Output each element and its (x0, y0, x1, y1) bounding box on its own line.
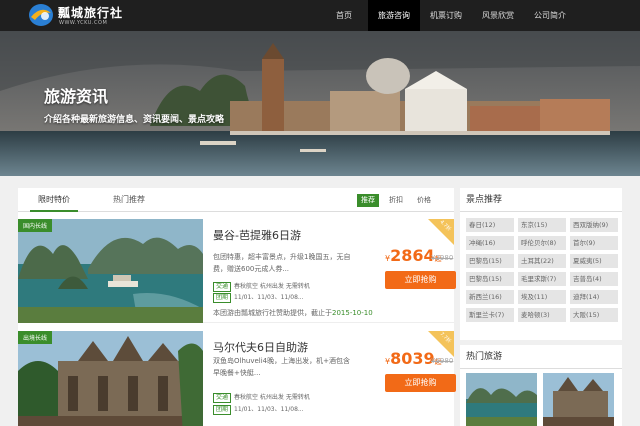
deal-original-price: ¥3980 (431, 254, 454, 262)
buy-now-button[interactable]: 立即抢购 (385, 271, 456, 289)
tab-limited-offer[interactable]: 限时特价 (30, 188, 78, 212)
scenic-item[interactable]: 迪拜(14) (570, 290, 618, 304)
scenic-title: 景点推荐 (460, 188, 622, 212)
deals-panel: 限时特价 热门推荐 推荐 折扣 价格 国内长线 曼谷-芭提雅6日游 包团特惠，超… (18, 188, 456, 426)
nav-ticket-booking[interactable]: 机票订购 (420, 0, 472, 31)
deadline-date: 2015-10-10 (332, 309, 373, 317)
deal-category-tag: 国内长线 (18, 219, 53, 232)
scenic-item[interactable]: 土耳其(22) (518, 254, 566, 268)
group-dates-text: 11/01、11/03、11/08... (234, 294, 304, 301)
tab-hot-recommend[interactable]: 热门推荐 (113, 188, 145, 212)
scenic-item[interactable]: 巴黎岛(15) (466, 254, 514, 268)
deal-original-price: ¥9980 (431, 357, 454, 365)
main-nav: 首页 旅游咨询 机票订购 风景欣赏 公司简介 (320, 0, 576, 31)
hot-travel-title: 热门旅游 (460, 345, 622, 369)
logo-icon[interactable] (28, 3, 54, 27)
scenic-item[interactable]: 呼伦贝尔(8) (518, 236, 566, 250)
scenic-item[interactable]: 冲绳(16) (466, 236, 514, 250)
deal-title[interactable]: 曼谷-芭提雅6日游 (213, 227, 301, 243)
group-badge: 团期 (213, 405, 232, 415)
deal-image[interactable]: 出境长线 (18, 331, 203, 426)
deal-image[interactable]: 国内长线 (18, 219, 203, 323)
scenic-item[interactable]: 东京(15) (518, 218, 566, 232)
scenic-item[interactable]: 麦哈顿(3) (518, 308, 566, 322)
scenic-item[interactable]: 毛里求斯(7) (518, 272, 566, 286)
hero-banner: 旅游资讯 介绍各种最新旅游信息、资讯要闻、景点攻略 (0, 31, 640, 176)
scenic-item[interactable]: 巴黎岛(15) (466, 272, 514, 286)
scenic-item[interactable]: 吉普岛(4) (570, 272, 618, 286)
sort-price[interactable]: 价格 (413, 194, 435, 207)
transport-text: 春秋航空 杭州出发 无需转机 (234, 394, 310, 401)
nav-travel-info[interactable]: 旅游咨询 (368, 0, 420, 31)
scenic-item[interactable]: 新西兰(16) (466, 290, 514, 304)
deal-transport: 交通 春秋航空 杭州出发 无需转机 (213, 392, 310, 403)
nav-home[interactable]: 首页 (320, 0, 368, 31)
hot-travel-image[interactable] (466, 373, 537, 426)
deal-tabs: 限时特价 热门推荐 推荐 折扣 价格 (18, 188, 454, 212)
deal-group-dates: 团期 11/01、11/03、11/08... (213, 404, 304, 415)
sort-discount[interactable]: 折扣 (385, 194, 407, 207)
deal-description: 双鱼岛Olhuveli4晚，上海出发，机+酒包含 早晚餐+快艇... (213, 357, 350, 377)
hot-travel-image[interactable] (543, 373, 614, 426)
deal-card[interactable]: 国内长线 曼谷-芭提雅6日游 包团特惠，超丰富景点，升级1晚国五，无自费，赠送6… (18, 219, 456, 323)
logo-subtext: WWW.YCKU.COM (59, 20, 108, 26)
deal-title[interactable]: 马尔代夫6日自助游 (213, 339, 308, 355)
deal-group-dates: 团期 11/01、11/03、11/08... (213, 292, 304, 303)
sponsor-note: 本团游由瓢城旅行社赞助提供，截止于2015-10-10 (213, 309, 373, 317)
scenic-item[interactable]: 埃及(11) (518, 290, 566, 304)
logo-text[interactable]: 瓢城旅行社 (58, 4, 123, 21)
nav-about[interactable]: 公司简介 (524, 0, 576, 31)
scenic-panel: 景点推荐 春日(12) 东京(15) 西双版纳(9) 冲绳(16) 呼伦贝尔(8… (460, 188, 622, 340)
scenic-item[interactable]: 春日(12) (466, 218, 514, 232)
scenic-item[interactable]: 西双版纳(9) (570, 218, 618, 232)
scenic-item[interactable]: 首尔(9) (570, 236, 618, 250)
deal-transport: 交通 春秋航空 杭州出发 无需转机 (213, 281, 310, 292)
scenic-item[interactable]: 斯里兰卡(7) (466, 308, 514, 322)
scenic-item[interactable]: 夏威夷(5) (570, 254, 618, 268)
sort-recommend[interactable]: 推荐 (357, 194, 379, 207)
banner-title: 旅游资讯 (44, 87, 109, 106)
nav-scenery[interactable]: 风景欣赏 (472, 0, 524, 31)
buy-now-button[interactable]: 立即抢购 (385, 374, 456, 392)
hot-travel-panel: 热门旅游 (460, 345, 622, 426)
transport-badge: 交通 (213, 393, 232, 403)
transport-badge: 交通 (213, 282, 232, 292)
deal-description: 包团特惠，超丰富景点，升级1晚国五，无自费，赠送600元成人券... (213, 253, 351, 273)
deal-category-tag: 出境长线 (18, 331, 53, 344)
top-header: 瓢城旅行社 WWW.YCKU.COM 首页 旅游咨询 机票订购 风景欣赏 公司简… (0, 0, 640, 31)
group-dates-text: 11/01、11/03、11/08... (234, 406, 304, 413)
group-badge: 团期 (213, 293, 232, 303)
transport-text: 春秋航空 杭州出发 无需转机 (234, 283, 310, 290)
scenic-grid: 春日(12) 东京(15) 西双版纳(9) 冲绳(16) 呼伦贝尔(8) 首尔(… (466, 218, 618, 322)
scenic-item[interactable]: 大阪(15) (570, 308, 618, 322)
deal-card[interactable]: 出境长线 马尔代夫6日自助游 双鱼岛Olhuveli4晚，上海出发，机+酒包含 … (18, 331, 456, 426)
banner-subtitle: 介绍各种最新旅游信息、资讯要闻、景点攻略 (44, 115, 225, 125)
